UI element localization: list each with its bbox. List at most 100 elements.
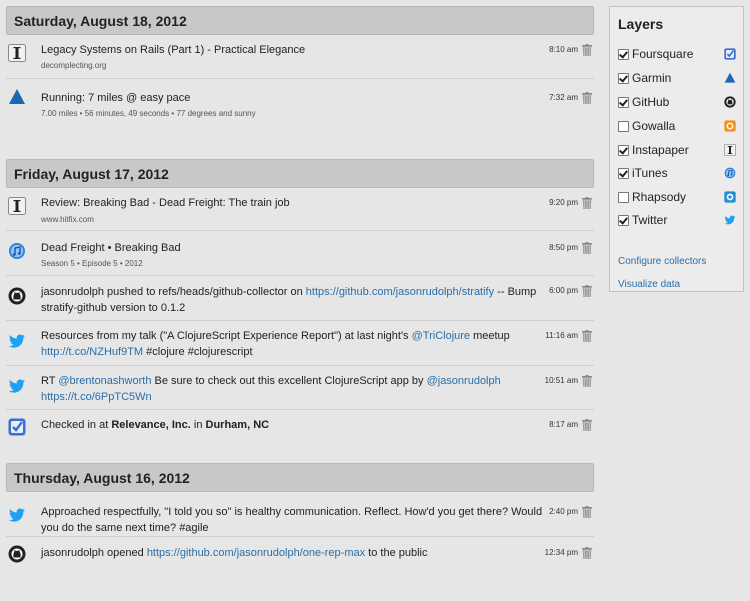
- trash-icon[interactable]: [582, 506, 592, 518]
- instapaper-icon: [8, 197, 26, 215]
- trash-icon[interactable]: [582, 44, 592, 56]
- item-title: Checked in at Relevance, Inc. in Durham,…: [41, 419, 270, 431]
- itunes-icon: [724, 167, 736, 179]
- item-time: 8:10 am: [549, 45, 578, 54]
- timeline-item: jasonrudolph pushed to refs/heads/github…: [6, 276, 594, 321]
- item-time: 2:40 pm: [549, 507, 578, 516]
- timeline-item: Dead Freight • Breaking Bad Season 5 • E…: [6, 231, 594, 276]
- item-link[interactable]: https://github.com/jasonrudolph/stratify: [306, 286, 494, 298]
- instapaper-icon: [724, 144, 736, 156]
- item-link[interactable]: @brentonashworth: [58, 375, 151, 387]
- item-title: Resources from my talk ("A ClojureScript…: [41, 330, 510, 358]
- trash-icon[interactable]: [582, 330, 592, 342]
- layer-label: Rhapsody: [632, 190, 687, 204]
- timeline-item: Review: Breaking Bad - Dead Freight: The…: [6, 188, 594, 231]
- timeline-item: Running: 7 miles @ easy pace 7.00 miles …: [6, 79, 594, 124]
- item-link[interactable]: http://t.co/NZHuf9TM: [41, 346, 143, 358]
- item-time: 12:34 pm: [544, 548, 578, 557]
- itunes-icon: [8, 242, 26, 260]
- item-link[interactable]: @TriClojure: [412, 330, 470, 342]
- layers-panel: Layers Foursquare Garmin GitHub Gowalla …: [609, 6, 744, 292]
- twitter-icon: [8, 506, 26, 524]
- item-subtitle: www.hitfix.com: [41, 215, 94, 224]
- item-time: 9:20 pm: [549, 198, 578, 207]
- layer-checkbox[interactable]: [618, 168, 629, 179]
- day-header: Saturday, August 18, 2012: [6, 6, 594, 35]
- github-icon: [724, 96, 736, 108]
- trash-icon[interactable]: [582, 92, 592, 104]
- item-title: Dead Freight • Breaking Bad: [41, 242, 181, 254]
- layer-label: GitHub: [632, 95, 670, 109]
- day-header: Thursday, August 16, 2012: [6, 463, 594, 492]
- garmin-icon: [8, 88, 26, 106]
- layer-checkbox[interactable]: [618, 73, 629, 84]
- instapaper-icon: [8, 44, 26, 62]
- configure-collectors-link[interactable]: Configure collectors: [618, 256, 706, 267]
- item-time: 10:51 am: [544, 376, 578, 385]
- twitter-icon: [8, 332, 26, 350]
- layer-gowalla[interactable]: Gowalla: [618, 117, 736, 135]
- layer-garmin[interactable]: Garmin: [618, 69, 736, 87]
- layers-heading: Layers: [618, 16, 664, 32]
- item-subtitle: Season 5 • Episode 5 • 2012: [41, 259, 143, 268]
- timeline-item: Legacy Systems on Rails (Part 1) - Pract…: [6, 35, 594, 79]
- layer-github[interactable]: GitHub: [618, 93, 736, 111]
- foursquare-icon: [8, 418, 26, 436]
- layer-rhapsody[interactable]: Rhapsody: [618, 188, 736, 206]
- timeline-item: Checked in at Relevance, Inc. in Durham,…: [6, 410, 594, 445]
- item-title: RT @brentonashworth Be sure to check out…: [41, 375, 501, 403]
- layer-twitter[interactable]: Twitter: [618, 211, 736, 229]
- item-time: 7:32 am: [549, 93, 578, 102]
- layer-itunes[interactable]: iTunes: [618, 164, 736, 182]
- trash-icon[interactable]: [582, 419, 592, 431]
- layer-checkbox[interactable]: [618, 215, 629, 226]
- timeline-item: Approached respectfully, "I told you so"…: [6, 492, 594, 537]
- layer-label: Instapaper: [632, 143, 689, 157]
- trash-icon[interactable]: [582, 285, 592, 297]
- item-title: Approached respectfully, "I told you so"…: [41, 506, 543, 534]
- twitter-icon: [724, 214, 736, 226]
- item-title: Running: 7 miles @ easy pace: [41, 92, 191, 104]
- item-title: jasonrudolph pushed to refs/heads/github…: [41, 286, 537, 314]
- item-title: Legacy Systems on Rails (Part 1) - Pract…: [41, 44, 306, 56]
- layer-label: Gowalla: [632, 119, 676, 133]
- timeline: Saturday, August 18, 2012 Legacy Systems…: [6, 6, 594, 567]
- github-icon: [8, 545, 26, 563]
- layer-checkbox[interactable]: [618, 145, 629, 156]
- item-title: jasonrudolph opened https://github.com/j…: [41, 547, 428, 559]
- layer-foursquare[interactable]: Foursquare: [618, 45, 736, 63]
- github-icon: [8, 287, 26, 305]
- item-time: 11:16 am: [545, 331, 578, 340]
- foursquare-icon: [724, 48, 736, 60]
- item-subtitle: decomplecting.org: [41, 61, 107, 70]
- visualize-data-link[interactable]: Visualize data: [618, 279, 680, 290]
- item-link[interactable]: https://github.com/jasonrudolph/one-rep-…: [147, 547, 365, 559]
- item-title: Review: Breaking Bad - Dead Freight: The…: [41, 197, 290, 209]
- layer-instapaper[interactable]: Instapaper: [618, 141, 736, 159]
- timeline-item: Resources from my talk ("A ClojureScript…: [6, 321, 594, 366]
- layer-checkbox[interactable]: [618, 121, 629, 132]
- layer-checkbox[interactable]: [618, 192, 629, 203]
- timeline-item: RT @brentonashworth Be sure to check out…: [6, 366, 594, 410]
- layer-label: iTunes: [632, 166, 668, 180]
- item-link[interactable]: https://t.co/6PpTC5Wn: [41, 391, 152, 403]
- item-time: 8:50 pm: [549, 243, 578, 252]
- rhapsody-icon: [724, 191, 736, 203]
- layer-checkbox[interactable]: [618, 49, 629, 60]
- trash-icon[interactable]: [582, 242, 592, 254]
- layer-label: Twitter: [632, 213, 668, 227]
- layer-label: Garmin: [632, 71, 672, 85]
- layer-checkbox[interactable]: [618, 97, 629, 108]
- item-time: 8:17 am: [549, 420, 578, 429]
- trash-icon[interactable]: [582, 197, 592, 209]
- item-time: 6:00 pm: [549, 286, 578, 295]
- item-subtitle: 7.00 miles • 56 minutes, 49 seconds • 77…: [41, 109, 256, 118]
- day-header: Friday, August 17, 2012: [6, 159, 594, 188]
- gowalla-icon: [724, 120, 736, 132]
- item-link[interactable]: @jasonrudolph: [427, 375, 501, 387]
- layer-label: Foursquare: [632, 47, 694, 61]
- trash-icon[interactable]: [582, 547, 592, 559]
- twitter-icon: [8, 377, 26, 395]
- timeline-item: jasonrudolph opened https://github.com/j…: [6, 537, 594, 567]
- trash-icon[interactable]: [582, 375, 592, 387]
